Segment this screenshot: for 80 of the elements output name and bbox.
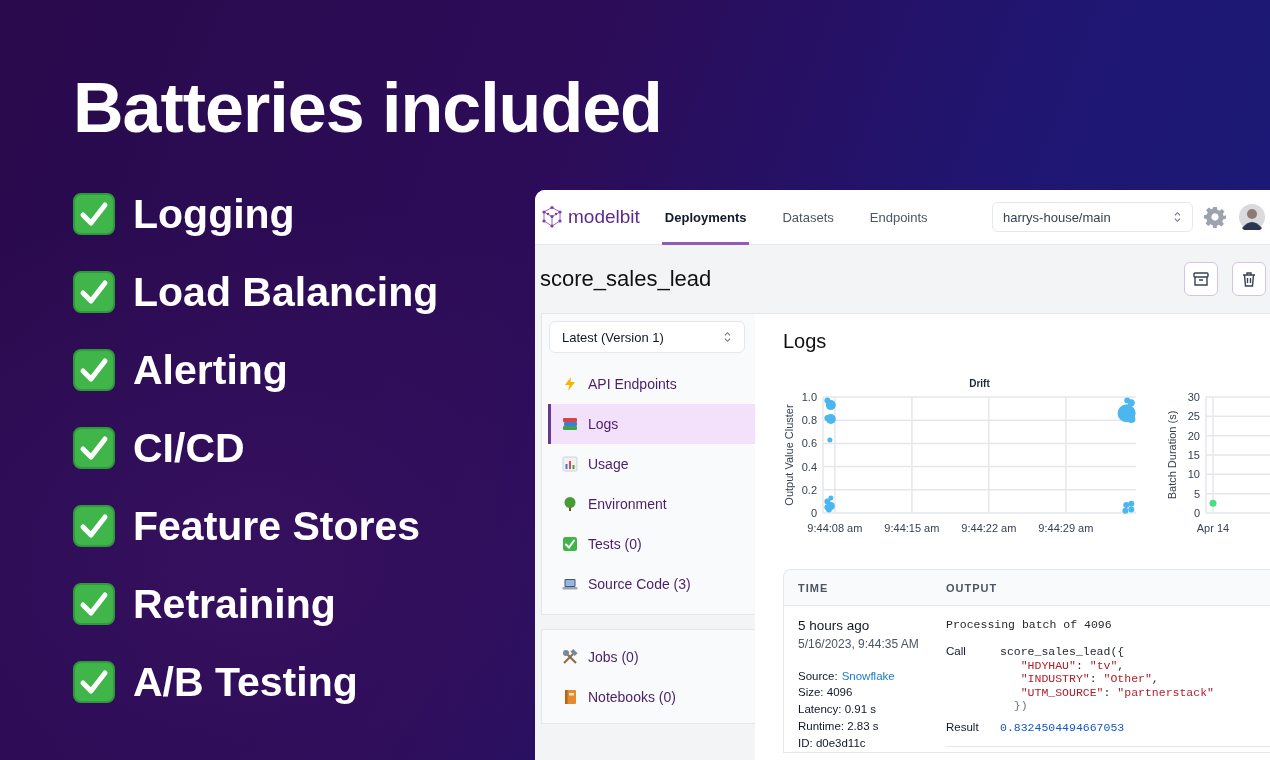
delete-button[interactable] [1232, 262, 1266, 296]
lightning-icon [562, 376, 578, 392]
sidebar-item[interactable]: Usage [548, 444, 755, 484]
result-value: 0.8324504494667053 [1000, 720, 1125, 734]
tick-label: 5 [1193, 487, 1200, 500]
field-label: Result [946, 720, 980, 734]
sidebar-item[interactable]: Source Code (3) [548, 564, 755, 604]
chevron-icon [723, 331, 732, 343]
tick-label: 0.4 [801, 460, 817, 473]
feature-label: Retraining [133, 580, 336, 628]
feature-label: Alerting [133, 346, 288, 394]
section-title: Logs [783, 329, 828, 353]
archive-icon [1192, 270, 1210, 288]
detail-text: Latency: 0.91 s [798, 702, 876, 717]
avatar-icon[interactable] [1239, 204, 1265, 230]
tick-label: Apr 14 [1196, 522, 1230, 534]
column-header: OUTPUT [946, 581, 998, 594]
sidebar-item[interactable]: Logs [548, 404, 755, 444]
timestamp: 5/16/2023, 9:44:35 AM [798, 637, 919, 651]
archive-button[interactable] [1184, 262, 1218, 296]
tick-label: 9:44:15 am [884, 522, 940, 534]
sidebar-item[interactable]: Notebooks (0) [548, 677, 755, 717]
field-label: Call [946, 645, 967, 659]
chart-title: Drift [969, 378, 990, 389]
deployment-title: score_sales_lead [540, 266, 712, 292]
feature-label: Logging [133, 190, 295, 238]
tick-label: 30 [1187, 391, 1200, 403]
trash-icon [1240, 270, 1258, 288]
sidebar-item[interactable]: API Endpoints [548, 364, 755, 404]
headline: Batteries included [73, 68, 662, 149]
code-line: score_sales_lead({ [1000, 645, 1125, 659]
laptop-icon [562, 576, 578, 592]
workspace-select[interactable]: harrys-house/main [992, 202, 1193, 232]
relative-time: 5 hours ago [798, 618, 870, 633]
tick-label: 25 [1187, 410, 1200, 423]
axis-label: Batch Duration (s) [1166, 410, 1178, 500]
tick-label: 20 [1187, 429, 1200, 442]
detail-text: Runtime: 2.83 s [798, 719, 879, 734]
sidebar-item[interactable]: Environment [548, 484, 755, 524]
nav-tab[interactable]: Deployments [661, 190, 750, 245]
tick-label: 10 [1187, 468, 1200, 481]
code-line: "HDYHAU": "tv", [1019, 658, 1125, 672]
tick-label: 0.8 [801, 414, 817, 427]
tick-label: 9:44:29 am [1038, 522, 1094, 534]
books-icon [562, 416, 578, 432]
code-line: "UTM_SOURCE": "partnerstack" [1019, 685, 1214, 699]
code-line: "INDUSTRY": "Other", [1019, 672, 1159, 686]
detail-text: Size: 4096 [798, 685, 853, 700]
tick-label: 9:44:22 am [961, 522, 1017, 534]
column-header: TIME [797, 581, 830, 594]
tick-label: 0 [1193, 507, 1200, 519]
axis-label: Output Value Cluster [783, 404, 795, 506]
log-message: Processing batch of 4096 [946, 618, 1112, 631]
detail-text: ID: d0e3d11c [798, 736, 866, 751]
chevron-icon [1173, 211, 1182, 223]
checkbox-icon [562, 536, 578, 552]
tree-icon [562, 496, 578, 512]
sidebar-item[interactable]: Tests (0) [548, 524, 755, 564]
tools-icon [562, 649, 578, 665]
logo-text: modelbit [568, 206, 640, 228]
tick-label: 0.2 [801, 483, 817, 496]
nav-tab[interactable]: Endpoints [866, 190, 931, 245]
feature-label: Feature Stores [133, 502, 421, 550]
feature-label: CI/CD [133, 424, 245, 472]
code-line: }) [1012, 699, 1028, 713]
logo-icon [540, 205, 564, 229]
sidebar-item[interactable]: Jobs (0) [548, 637, 755, 677]
tick-label: 0 [810, 507, 817, 519]
feature-label: Load Balancing [133, 268, 439, 316]
tick-label: 0.6 [801, 437, 817, 450]
bar-chart-icon [562, 456, 578, 472]
tick-label: 1.0 [801, 391, 817, 403]
tick-label: 9:44:08 am [807, 522, 863, 534]
tick-label: 15 [1187, 449, 1200, 461]
feature-label: A/B Testing [133, 658, 358, 706]
notebook-icon [562, 689, 578, 705]
source-link[interactable]: Snowflake [841, 669, 895, 682]
version-select[interactable]: Latest (Version 1) [549, 321, 745, 353]
detail-label: Source: [798, 669, 838, 682]
nav-tab[interactable]: Datasets [779, 190, 837, 245]
